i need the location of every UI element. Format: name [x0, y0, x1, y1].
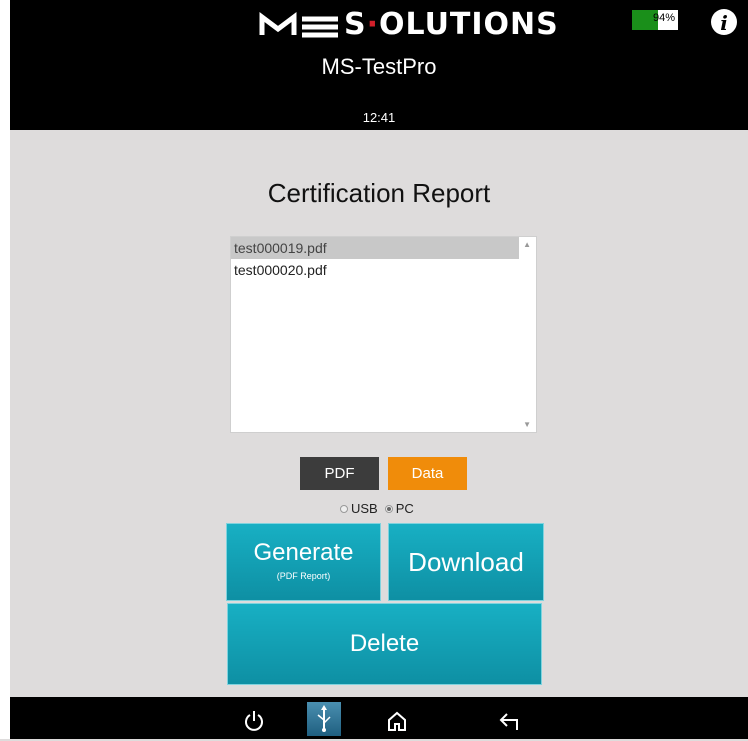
- data-toggle-button[interactable]: Data: [388, 457, 467, 490]
- download-button[interactable]: Download: [388, 523, 544, 601]
- window-edge: [0, 0, 10, 739]
- list-item[interactable]: test000019.pdf: [231, 237, 519, 259]
- file-list[interactable]: test000019.pdf test000020.pdf ▲ ▼: [230, 236, 537, 433]
- info-icon[interactable]: i: [710, 8, 738, 36]
- clock: 12:41: [362, 110, 396, 125]
- logo-mark: [259, 12, 338, 38]
- pc-radio-label: PC: [395, 501, 414, 516]
- power-icon[interactable]: [242, 709, 266, 733]
- generate-button-label: Generate: [253, 539, 354, 566]
- back-icon[interactable]: [497, 709, 521, 733]
- usb-radio-label: USB: [351, 501, 378, 516]
- page-title: Certification Report: [267, 178, 491, 208]
- pdf-toggle-button[interactable]: PDF: [300, 457, 379, 490]
- home-icon[interactable]: [385, 709, 409, 733]
- battery-percent: 94%: [652, 12, 675, 24]
- usb-icon[interactable]: [307, 702, 341, 736]
- logo-text: S·OLUTIONS: [344, 7, 559, 42]
- app-title: MS-TestPro: [321, 54, 437, 79]
- pc-radio[interactable]: [384, 504, 393, 513]
- battery-indicator: 94%: [632, 10, 678, 30]
- usb-radio[interactable]: [340, 504, 348, 513]
- destination-radio-group: USB PC: [340, 501, 421, 516]
- svg-text:i: i: [720, 11, 728, 35]
- bottom-navbar: [10, 697, 748, 739]
- scroll-up-icon[interactable]: ▲: [523, 240, 531, 249]
- ms-solutions-logo: S·OLUTIONS: [258, 8, 559, 42]
- generate-button-sublabel: (PDF Report): [276, 571, 331, 581]
- delete-button[interactable]: Delete: [227, 603, 542, 685]
- list-item[interactable]: test000020.pdf: [231, 259, 519, 281]
- generate-button[interactable]: Generate (PDF Report): [226, 523, 381, 601]
- usb-symbol: [317, 705, 331, 732]
- scroll-down-icon[interactable]: ▼: [523, 420, 531, 429]
